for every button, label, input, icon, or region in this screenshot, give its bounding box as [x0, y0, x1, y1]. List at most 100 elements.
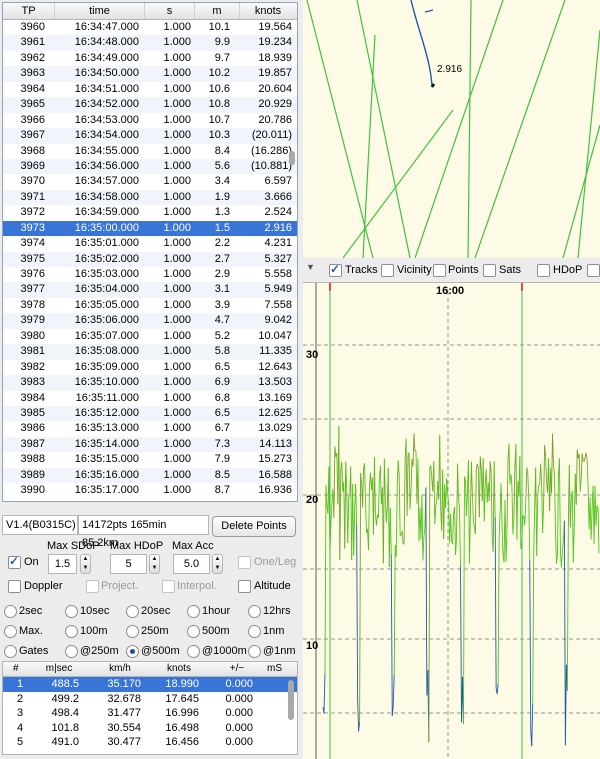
table-cell: 9.9	[214, 36, 230, 49]
period-radio[interactable]	[65, 625, 78, 638]
table-row[interactable]: 3966 16:34:53.000 1.000 10.7 20.786	[3, 113, 297, 128]
results-scrollbar[interactable]	[288, 680, 294, 720]
table-row[interactable]: 3974 16:35:01.000 1.000 2.2 4.231	[3, 236, 297, 251]
table-row[interactable]: 3969 16:34:56.000 1.000 5.6 (10.881)	[3, 158, 297, 175]
table-row[interactable]: 3963 16:34:50.000 1.000 10.2 19.857	[3, 66, 297, 82]
table-row[interactable]: 3971 16:34:58.000 1.000 1.9 3.666	[3, 189, 297, 206]
map-point-label: 2.916	[437, 64, 463, 75]
table-scrollbar[interactable]	[289, 151, 295, 165]
speed-graph[interactable]: 16:00 30 20 10	[303, 283, 600, 759]
table-row[interactable]: 3975 16:35:02.000 1.000 2.7 5.327	[3, 251, 297, 267]
table-row[interactable]: 3968 16:34:55.000 1.000 8.4 (16.286)	[3, 144, 297, 159]
max-acc-stepper[interactable]: ▲ ▼	[212, 554, 223, 574]
points-checkbox[interactable]	[433, 264, 446, 277]
max-hdop-input[interactable]: 5	[110, 554, 147, 574]
tracks-checkbox[interactable]	[329, 262, 342, 277]
results-row[interactable]: 3 498.4 31.477 16.996 0.000	[3, 706, 297, 721]
results-row[interactable]: 1 488.5 35.170 18.990 0.000	[3, 677, 297, 692]
period-radio[interactable]	[4, 645, 17, 658]
table-cell: 3966	[20, 113, 45, 126]
interpol-checkbox[interactable]	[162, 580, 175, 593]
period-radio[interactable]	[248, 625, 261, 638]
period-radio[interactable]	[4, 605, 17, 618]
speed-trace-segment	[375, 514, 378, 526]
table-cell: 3980	[20, 329, 45, 342]
column-header-s[interactable]: s	[145, 3, 195, 19]
period-radio[interactable]	[65, 645, 78, 658]
project-checkbox[interactable]	[86, 580, 99, 593]
table-row[interactable]: 3984 16:35:11.000 1.000 6.8 13.169	[3, 391, 297, 406]
period-radio[interactable]	[126, 645, 139, 658]
results-col-kmh[interactable]: km/h	[89, 662, 151, 676]
table-row[interactable]: 3987 16:35:14.000 1.000 7.3 14.113	[3, 436, 297, 453]
period-radio[interactable]	[248, 605, 261, 618]
results-cell: 31.477	[107, 707, 141, 719]
results-row[interactable]: 2 499.2 32.678 17.645 0.000	[3, 692, 297, 707]
column-header-time[interactable]: time	[55, 3, 145, 19]
period-radio[interactable]	[248, 645, 261, 658]
results-table[interactable]: # m|sec km/h knots +/− mS 1 488.5 35.170 18…	[2, 661, 298, 755]
speed-trace-segment	[555, 531, 557, 564]
period-radio[interactable]	[187, 625, 200, 638]
table-row[interactable]: 3961 16:34:48.000 1.000 9.9 19.234	[3, 35, 297, 51]
table-row[interactable]: 3985 16:35:12.000 1.000 6.5 12.625	[3, 405, 297, 422]
speed-trace-segment	[533, 506, 536, 554]
results-col-index[interactable]: #	[3, 662, 29, 676]
table-row[interactable]: 3980 16:35:07.000 1.000 5.2 10.047	[3, 329, 297, 344]
results-col-plusminus[interactable]: +/−	[207, 662, 267, 676]
results-col-msec[interactable]: m|sec	[29, 662, 89, 676]
table-row[interactable]: 3972 16:34:59.000 1.000 1.3 2.524	[3, 205, 297, 220]
vicinity-checkbox[interactable]	[381, 264, 394, 277]
period-radio[interactable]	[4, 625, 17, 638]
results-col-ms[interactable]: mS	[267, 662, 297, 676]
trackpoint-table[interactable]: TP time s m knots 3960 16:34:47.000 1.000 1…	[2, 2, 298, 502]
extra-option-checkbox[interactable]	[587, 264, 600, 277]
table-row[interactable]: 3990 16:35:17.000 1.000 8.7 16.936	[3, 483, 297, 498]
one-leg-checkbox[interactable]	[238, 556, 251, 569]
delete-points-button[interactable]: Delete Points	[212, 516, 296, 537]
period-radio[interactable]	[126, 625, 139, 638]
table-row[interactable]: 3988 16:35:15.000 1.000 7.9 15.273	[3, 452, 297, 467]
max-sdop-input[interactable]: 1.5	[48, 554, 77, 574]
table-row[interactable]: 3964 16:34:51.000 1.000 10.6 20.604	[3, 82, 297, 97]
sats-checkbox[interactable]	[483, 264, 496, 277]
table-row[interactable]: 3977 16:35:04.000 1.000 3.1 5.949	[3, 282, 297, 298]
doppler-checkbox[interactable]	[8, 580, 21, 593]
table-row[interactable]: 3967 16:34:54.000 1.000 10.3 (20.011)	[3, 128, 297, 144]
results-row[interactable]: 4 101.8 30.554 16.498 0.000	[3, 721, 297, 736]
table-row[interactable]: 3982 16:35:09.000 1.000 6.5 12.643	[3, 360, 297, 375]
results-cell: 0.000	[225, 678, 253, 690]
period-radio[interactable]	[187, 605, 200, 618]
results-col-knots[interactable]: knots	[151, 662, 207, 676]
period-radio[interactable]	[187, 645, 200, 658]
table-row[interactable]: 3973 16:35:00.000 1.000 1.5 2.916	[3, 220, 297, 237]
results-row[interactable]: 5 491.0 30.477 16.456 0.000	[3, 735, 297, 750]
max-sdop-stepper[interactable]: ▲ ▼	[80, 554, 91, 574]
table-row[interactable]: 3986 16:35:13.000 1.000 6.7 13.029	[3, 421, 297, 436]
filter-on-checkbox[interactable]	[8, 554, 21, 569]
table-row[interactable]: 3970 16:34:57.000 1.000 3.4 6.597	[3, 174, 297, 189]
table-row[interactable]: 3983 16:35:10.000 1.000 6.9 13.503	[3, 375, 297, 391]
period-radio[interactable]	[65, 605, 78, 618]
period-radio[interactable]	[126, 605, 139, 618]
table-row[interactable]: 3981 16:35:08.000 1.000 5.8 11.335	[3, 344, 297, 360]
table-row[interactable]: 3979 16:35:06.000 1.000 4.7 9.042	[3, 313, 297, 329]
table-row[interactable]: 3965 16:34:52.000 1.000 10.8 20.929	[3, 97, 297, 113]
max-hdop-stepper[interactable]: ▲ ▼	[149, 554, 160, 574]
track-map[interactable]: 2.916	[303, 0, 600, 258]
column-header-knots[interactable]: knots	[240, 3, 296, 19]
tracks-label: Tracks	[345, 264, 378, 276]
column-header-tp[interactable]: TP	[3, 3, 55, 19]
table-row[interactable]: 3962 16:34:49.000 1.000 9.7 18.939	[3, 51, 297, 66]
column-header-m[interactable]: m	[195, 3, 240, 19]
scroll-down-icon[interactable]: ▼	[306, 262, 315, 272]
table-row[interactable]: 3976 16:35:03.000 1.000 2.9 5.558	[3, 267, 297, 282]
table-row[interactable]: 3989 16:35:16.000 1.000 8.5 16.588	[3, 467, 297, 484]
altitude-checkbox[interactable]	[238, 580, 251, 593]
table-cell: 8.5	[214, 468, 230, 481]
table-row[interactable]: 3978 16:35:05.000 1.000 3.9 7.558	[3, 298, 297, 313]
max-acc-input[interactable]: 5.0	[173, 554, 210, 574]
table-row[interactable]: 3960 16:34:47.000 1.000 10.1 19.564	[3, 20, 297, 35]
hdop-checkbox[interactable]	[537, 264, 550, 277]
speed-trace-segment	[383, 458, 386, 498]
